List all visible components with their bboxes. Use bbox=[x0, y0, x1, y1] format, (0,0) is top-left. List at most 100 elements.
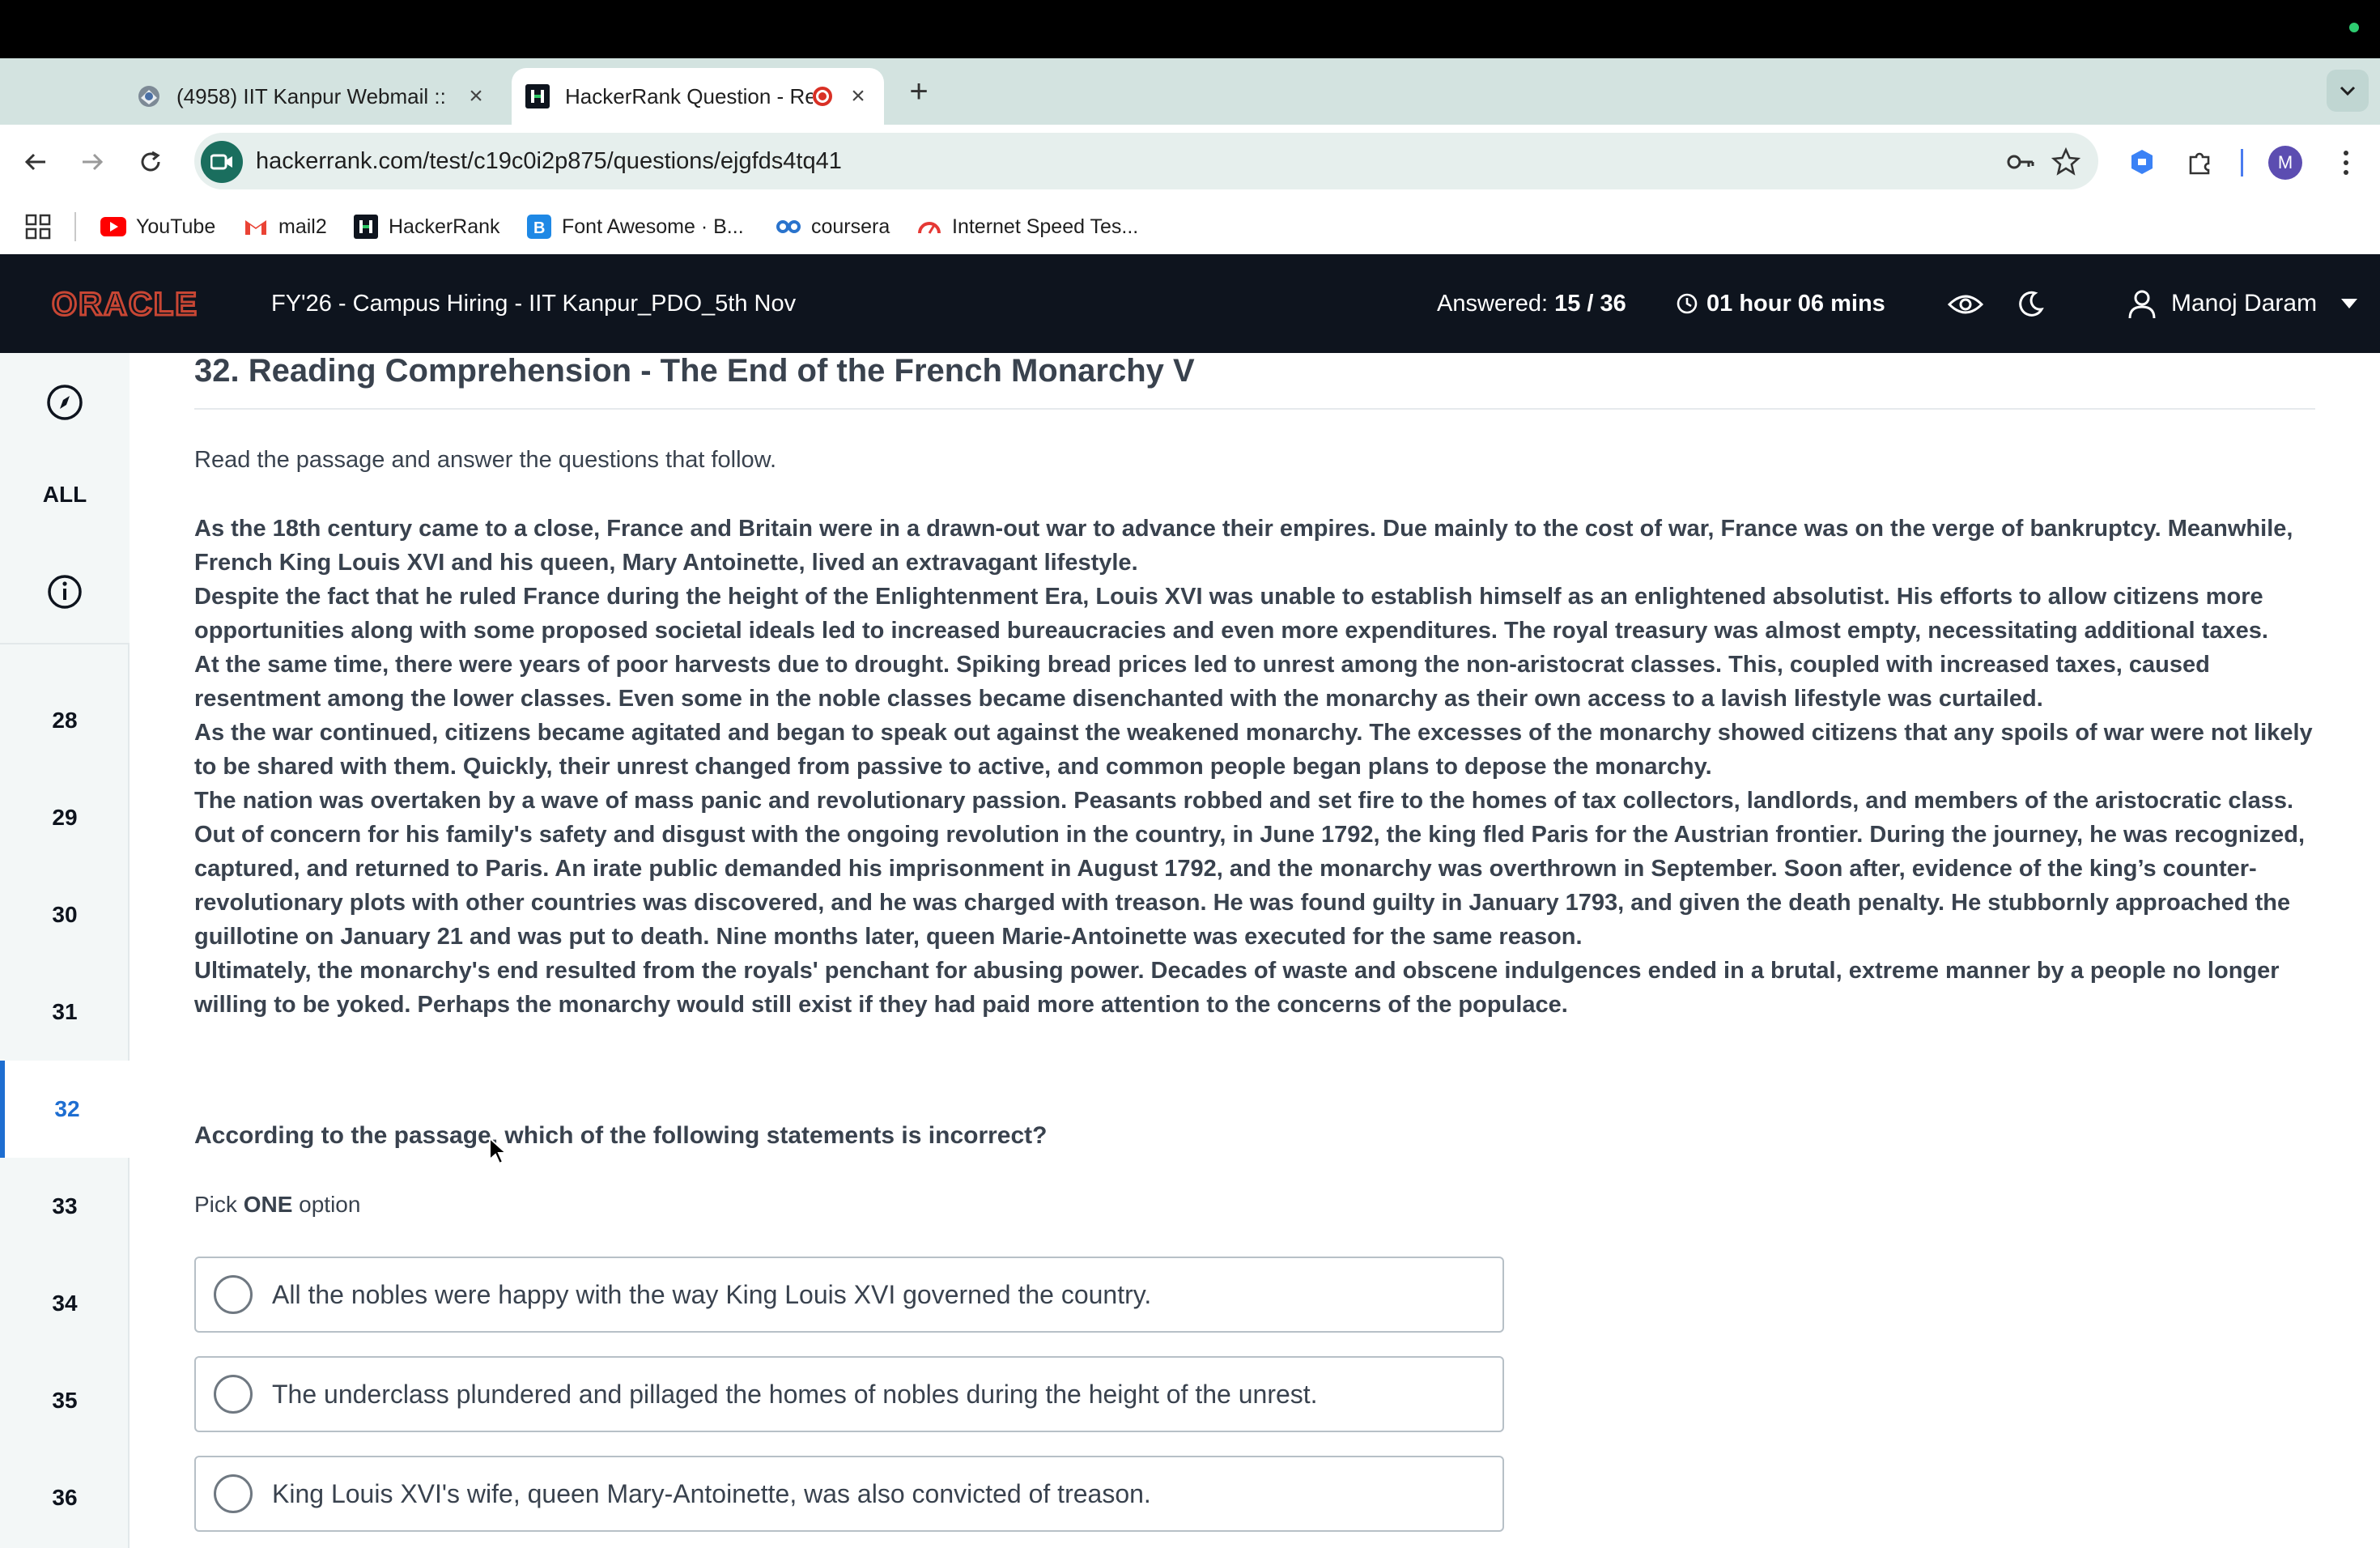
timer: 01 hour 06 mins bbox=[1676, 254, 1885, 353]
info-icon[interactable] bbox=[0, 547, 130, 636]
tab-search-button[interactable] bbox=[2327, 70, 2369, 112]
forward-arrow-icon bbox=[83, 153, 104, 171]
sidebar-tools: ALL bbox=[0, 353, 130, 644]
answered-value: 15 / 36 bbox=[1554, 291, 1626, 317]
question-title: 32. Reading Comprehension - The End of t… bbox=[194, 353, 1195, 389]
answer-option-1[interactable]: All the nobles were happy with the way K… bbox=[194, 1257, 1504, 1333]
question-sidebar: ALL 28 29 30 31 32 33 34 35 36 bbox=[0, 353, 130, 1548]
passage-paragraph: As the war continued, citizens became ag… bbox=[194, 720, 2313, 780]
tab-title: HackerRank Question - Re bbox=[565, 83, 813, 108]
bookmark-label: HackerRank bbox=[389, 215, 500, 238]
option-text: King Louis XVI's wife, queen Mary-Antoin… bbox=[272, 1478, 1151, 1508]
sidebar-question-30[interactable]: 30 bbox=[0, 866, 130, 963]
passage-paragraph: Despite the fact that he ruled France du… bbox=[194, 584, 2268, 644]
bookmark-star-icon[interactable] bbox=[2048, 144, 2084, 180]
eye-icon[interactable] bbox=[1948, 287, 1983, 322]
sidebar-question-35[interactable]: 35 bbox=[0, 1352, 130, 1449]
apps-grid-icon[interactable] bbox=[24, 207, 52, 246]
hackerrank-icon bbox=[353, 214, 379, 240]
sidebar-question-29[interactable]: 29 bbox=[0, 769, 130, 866]
recording-icon bbox=[813, 87, 832, 106]
option-text: All the nobles were happy with the way K… bbox=[272, 1279, 1152, 1309]
close-tab-icon[interactable]: × bbox=[461, 82, 491, 111]
address-bar[interactable]: hackerrank.com/test/c19c0i2p875/question… bbox=[194, 133, 2098, 189]
radio-button[interactable] bbox=[214, 1375, 253, 1414]
extensions-puzzle-icon[interactable] bbox=[2181, 142, 2220, 181]
url-text[interactable]: hackerrank.com/test/c19c0i2p875/question… bbox=[256, 133, 842, 189]
hackerrank-favicon-icon bbox=[525, 83, 550, 109]
test-header: ORACLE FY'26 - Campus Hiring - IIT Kanpu… bbox=[0, 254, 2380, 353]
answered-counter: Answered: 15 / 36 bbox=[1437, 254, 1626, 353]
moon-icon[interactable] bbox=[2012, 287, 2048, 322]
pick-prefix: Pick bbox=[194, 1192, 237, 1217]
passage: As the 18th century came to a close, Fra… bbox=[194, 512, 2315, 1022]
bookmark-font-awesome[interactable]: B Font Awesome · B... bbox=[526, 207, 744, 246]
bookmark-label: mail2 bbox=[278, 215, 327, 238]
sidebar-question-34[interactable]: 34 bbox=[0, 1255, 130, 1352]
answer-option-2[interactable]: The underclass plundered and pillaged th… bbox=[194, 1356, 1504, 1432]
close-tab-icon[interactable]: × bbox=[844, 82, 873, 111]
sidebar-question-31[interactable]: 31 bbox=[0, 963, 130, 1061]
answer-option-3[interactable]: King Louis XVI's wife, queen Mary-Antoin… bbox=[194, 1456, 1504, 1532]
profile-avatar[interactable]: M bbox=[2268, 146, 2302, 180]
forward-button[interactable] bbox=[70, 139, 115, 185]
passage-paragraph: As the 18th century came to a close, Fra… bbox=[194, 516, 2293, 576]
tab-hackerrank[interactable]: HackerRank Question - Re × bbox=[512, 68, 884, 125]
sidebar-question-32[interactable]: 32 bbox=[0, 1061, 130, 1158]
pick-suffix: option bbox=[299, 1192, 361, 1217]
title-divider bbox=[194, 408, 2315, 410]
back-button[interactable] bbox=[13, 139, 58, 185]
timer-value: 01 hour 06 mins bbox=[1706, 290, 1885, 317]
chevron-down-icon bbox=[2340, 86, 2356, 96]
extension-icon[interactable] bbox=[2123, 142, 2161, 181]
new-tab-button[interactable]: + bbox=[900, 73, 937, 110]
bookmark-youtube[interactable]: YouTube bbox=[100, 207, 215, 246]
sidebar-all[interactable]: ALL bbox=[0, 450, 130, 539]
option-text: The underclass plundered and pillaged th… bbox=[272, 1379, 1318, 1409]
bookmarks-bar: YouTube mail2 HackerRank B Font Awesome … bbox=[0, 199, 2380, 254]
font-awesome-icon: B bbox=[526, 214, 552, 240]
instructions: Read the passage and answer the question… bbox=[194, 447, 777, 473]
bookmark-hackerrank[interactable]: HackerRank bbox=[353, 207, 500, 246]
bookmark-label: coursera bbox=[811, 215, 890, 238]
answered-label: Answered: bbox=[1437, 291, 1549, 317]
toolbar-divider bbox=[2241, 149, 2243, 176]
bookmark-label: Internet Speed Tes... bbox=[952, 215, 1139, 238]
sidebar-question-36[interactable]: 36 bbox=[0, 1449, 130, 1546]
test-title: FY'26 - Campus Hiring - IIT Kanpur_PDO_5… bbox=[271, 291, 797, 317]
youtube-icon bbox=[100, 214, 126, 240]
browser-menu-icon[interactable] bbox=[2330, 144, 2362, 181]
user-menu[interactable]: Manoj Daram bbox=[2126, 254, 2358, 353]
coursera-icon bbox=[776, 214, 801, 240]
tab-webmail[interactable]: (4958) IIT Kanpur Webmail :: × bbox=[121, 68, 502, 125]
tab-strip: (4958) IIT Kanpur Webmail :: × HackerRan… bbox=[0, 58, 2380, 125]
oracle-logo: ORACLE bbox=[52, 287, 198, 321]
sidebar-question-28[interactable]: 28 bbox=[0, 672, 130, 769]
bookmark-label: YouTube bbox=[136, 215, 216, 238]
compass-icon[interactable] bbox=[0, 358, 130, 447]
radio-button[interactable] bbox=[214, 1275, 253, 1314]
webmail-favicon-icon bbox=[136, 83, 162, 109]
back-arrow-icon bbox=[24, 153, 45, 171]
sidebar-question-33[interactable]: 33 bbox=[0, 1158, 130, 1255]
bookmark-coursera[interactable]: coursera bbox=[776, 207, 890, 246]
clock-icon bbox=[1677, 293, 1698, 314]
user-icon bbox=[2128, 290, 2156, 319]
radio-button[interactable] bbox=[214, 1474, 253, 1513]
bookmark-mail2[interactable]: mail2 bbox=[243, 207, 327, 246]
mouse-cursor-icon bbox=[489, 1137, 508, 1165]
password-key-icon[interactable] bbox=[2003, 144, 2038, 180]
reload-button[interactable] bbox=[128, 139, 173, 185]
svg-text:B: B bbox=[533, 219, 545, 237]
caret-down-icon[interactable] bbox=[2341, 299, 2358, 308]
screen-share-icon[interactable] bbox=[201, 141, 243, 183]
passage-paragraph: Ultimately, the monarchy's end resulted … bbox=[194, 958, 2280, 1018]
reload-icon bbox=[141, 151, 160, 172]
bookmark-speed-test[interactable]: Internet Speed Tes... bbox=[916, 207, 1138, 246]
question-prompt: According to the passage, which of the f… bbox=[194, 1122, 1048, 1149]
svg-text:ORACLE: ORACLE bbox=[52, 287, 198, 321]
speedometer-icon bbox=[916, 214, 942, 240]
pick-count: ONE bbox=[243, 1192, 293, 1217]
bookmark-label: Font Awesome · B... bbox=[562, 215, 744, 238]
passage-paragraph: At the same time, there were years of po… bbox=[194, 652, 2210, 712]
